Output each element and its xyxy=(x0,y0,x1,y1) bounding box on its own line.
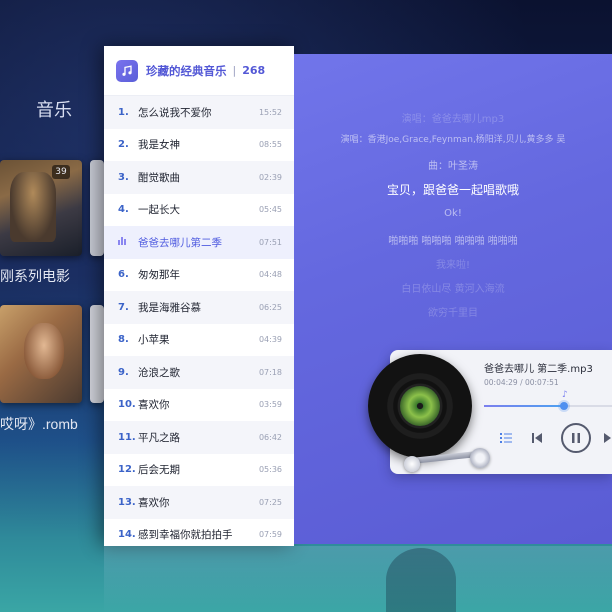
movie-thumbnail-4-edge[interactable] xyxy=(90,305,104,403)
track-title: 沧浪之歌 xyxy=(138,366,180,379)
playlist-header: 珍藏的经典音乐 | 268 xyxy=(104,46,294,96)
track-row[interactable]: 6. 匆匆那年 04:48 xyxy=(104,259,294,292)
lyric-line-5: Ok! xyxy=(444,208,462,219)
track-number: 4. xyxy=(118,204,129,216)
track-row[interactable]: 9. 沧浪之歌 07:18 xyxy=(104,356,294,389)
track-duration: 05:45 xyxy=(258,205,282,215)
track-number: 11. xyxy=(118,431,136,443)
lyric-line-9: 欲穷千里目 xyxy=(428,308,478,319)
track-number: 1. xyxy=(118,106,129,118)
now-playing-indicator-icon xyxy=(118,236,138,248)
track-number: 3. xyxy=(118,171,129,183)
now-playing-title: 爸爸去哪儿 第二季.mp3 xyxy=(484,364,593,375)
movie-thumbnail-3[interactable] xyxy=(0,305,82,403)
track-row[interactable]: 3. 酣觉歌曲 02:39 xyxy=(104,161,294,194)
track-number: 6. xyxy=(118,269,129,281)
lyric-current-line: 宝贝，跟爸爸一起唱歌哦 xyxy=(386,183,519,197)
track-row[interactable]: 2. 我是女神 08:55 xyxy=(104,129,294,162)
playlist-title: 珍藏的经典音乐 xyxy=(146,63,227,78)
track-duration: 07:25 xyxy=(258,497,282,507)
thumbnail-caption-1: 刚系列电影 xyxy=(0,268,70,284)
progress-bar[interactable] xyxy=(484,405,612,407)
track-duration: 04:48 xyxy=(258,270,282,280)
track-duration: 07:59 xyxy=(258,530,282,540)
track-duration: 04:39 xyxy=(258,335,282,345)
track-number: 8. xyxy=(118,334,129,346)
track-title: 平凡之路 xyxy=(138,431,180,444)
album-art xyxy=(400,386,440,426)
lyric-line-8: 白日依山尽 黄河入海流 xyxy=(401,284,505,295)
track-row[interactable]: 10. 喜欢你 03:59 xyxy=(104,389,294,422)
track-title: 酣觉歌曲 xyxy=(138,171,180,184)
track-number: 9. xyxy=(118,366,129,378)
track-number: 14. xyxy=(118,529,136,541)
track-title: 小苹果 xyxy=(138,334,170,347)
thumbnail-caption-2: 哎呀》.romb xyxy=(0,416,78,432)
progress-knob[interactable] xyxy=(560,402,568,410)
playlist-toggle-icon[interactable] xyxy=(500,432,512,447)
movie-thumbnail-2-edge[interactable] xyxy=(90,160,104,256)
floor-reflection xyxy=(104,546,612,612)
floor-reflection-disc xyxy=(386,548,456,612)
track-title: 感到幸福你就拍拍手 xyxy=(138,529,233,542)
track-row[interactable]: 爸爸去哪儿第二季 07:51 xyxy=(104,226,294,259)
track-number: 2. xyxy=(118,139,129,151)
track-list: 1. 怎么说我不爱你 15:52 2. 我是女神 08:55 3. 酣觉歌曲 02:39 4. 一起… xyxy=(104,96,294,551)
track-duration: 06:42 xyxy=(258,432,282,442)
playlist-count: 268 xyxy=(242,64,266,77)
progress-fill xyxy=(484,405,561,407)
music-note-icon: ♪ xyxy=(562,390,568,400)
lyric-line-2: 演唱：香港Joe,Grace,Feynman,杨阳洋,贝儿,黄多多 吴 xyxy=(340,135,566,145)
previous-track-icon[interactable] xyxy=(531,432,543,447)
track-duration: 07:51 xyxy=(258,237,282,247)
tonearm-head[interactable] xyxy=(404,456,420,472)
track-title: 爸爸去哪儿第二季 xyxy=(138,236,222,249)
track-title: 后会无期 xyxy=(138,464,180,477)
track-duration: 15:52 xyxy=(258,107,282,117)
lyric-line-7: 我来啦! xyxy=(435,260,470,271)
track-row[interactable]: 4. 一起长大 05:45 xyxy=(104,194,294,227)
track-duration: 06:25 xyxy=(258,302,282,312)
track-duration: 05:36 xyxy=(258,465,282,475)
track-duration: 08:55 xyxy=(258,140,282,150)
now-playing-time: 00:04:29 / 00:07:51 xyxy=(484,378,559,387)
track-row[interactable]: 1. 怎么说我不爱你 15:52 xyxy=(104,96,294,129)
track-row[interactable]: 11. 平凡之路 06:42 xyxy=(104,421,294,454)
pause-button[interactable] xyxy=(561,423,591,453)
lyric-line-6: 啪啪啪 啪啪啪 啪啪啪 啪啪啪 xyxy=(388,236,518,247)
track-number: 10. xyxy=(118,399,136,411)
tonearm-base xyxy=(470,448,490,468)
track-row[interactable]: 13. 喜欢你 07:25 xyxy=(104,486,294,519)
track-title: 匆匆那年 xyxy=(138,269,180,282)
track-number: 12. xyxy=(118,464,136,476)
music-note-icon xyxy=(116,59,138,82)
track-row[interactable]: 8. 小苹果 04:39 xyxy=(104,324,294,357)
playlist-panel: 珍藏的经典音乐 | 268 1. 怎么说我不爱你 15:52 2. 我是女神 08:55 3… xyxy=(104,46,294,546)
track-title: 一起长大 xyxy=(138,204,180,217)
track-number: 7. xyxy=(118,301,129,313)
track-title: 我是海雅谷慕 xyxy=(138,301,201,314)
track-title: 我是女神 xyxy=(138,139,180,152)
lyric-line-3: 曲：叶圣涛 xyxy=(428,161,478,172)
track-duration: 02:39 xyxy=(258,172,282,182)
track-duration: 07:18 xyxy=(258,367,282,377)
thumbnail-badge: 39 xyxy=(52,165,70,179)
track-title: 喜欢你 xyxy=(138,496,170,509)
playlist-separator: | xyxy=(232,64,237,77)
track-row[interactable]: 7. 我是海雅谷慕 06:25 xyxy=(104,291,294,324)
background-section-label: 音乐 xyxy=(36,100,72,120)
track-title: 喜欢你 xyxy=(138,399,170,412)
track-title: 怎么说我不爱你 xyxy=(138,106,212,119)
track-number: 13. xyxy=(118,496,136,508)
track-row[interactable]: 12. 后会无期 05:36 xyxy=(104,454,294,487)
next-track-icon[interactable] xyxy=(604,432,612,447)
track-duration: 03:59 xyxy=(258,400,282,410)
pause-icon xyxy=(572,433,580,443)
lyric-line-1: 演唱：爸爸去哪儿mp3 xyxy=(401,114,505,125)
